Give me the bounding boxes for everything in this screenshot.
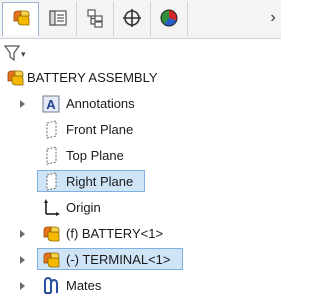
- tree-filter-button[interactable]: ▾: [3, 42, 34, 66]
- property-manager-icon: [47, 7, 69, 32]
- tree-item-annotations[interactable]: A Annotations: [0, 92, 281, 116]
- tree-item-label: (f) BATTERY<1>: [66, 226, 164, 241]
- origin-icon: [40, 197, 62, 219]
- filter-icon: [3, 44, 21, 65]
- plane-icon: [40, 171, 62, 193]
- filter-caret-icon: ▾: [21, 48, 26, 59]
- annotations-icon: A: [40, 93, 62, 115]
- display-manager-icon: [158, 7, 180, 32]
- tree-item-battery[interactable]: (f) BATTERY<1>: [0, 222, 281, 246]
- more-tabs-chevron-icon[interactable]: ›: [266, 8, 280, 28]
- mates-icon: [40, 275, 62, 297]
- tree-item-label: Annotations: [66, 96, 135, 111]
- tree-item-label: Front Plane: [66, 122, 134, 137]
- expand-arrow-icon[interactable]: [20, 282, 25, 290]
- tree-item-top-plane[interactable]: Top Plane: [0, 144, 281, 168]
- tree-item-label: Right Plane: [66, 174, 134, 189]
- tab-configuration-manager[interactable]: [77, 2, 114, 36]
- tree-root-label: BATTERY ASSEMBLY: [27, 70, 158, 85]
- tab-property-manager[interactable]: [40, 2, 77, 36]
- tree-item-origin[interactable]: Origin: [0, 196, 281, 220]
- expand-arrow-icon[interactable]: [20, 256, 25, 264]
- tree-item-right-plane[interactable]: Right Plane: [0, 170, 281, 194]
- part-icon: [40, 223, 62, 245]
- tree-item-front-plane[interactable]: Front Plane: [0, 118, 281, 142]
- tab-display-manager[interactable]: [151, 2, 188, 36]
- plane-icon: [40, 145, 62, 167]
- tree-item-terminal[interactable]: (-) TERMINAL<1>: [0, 248, 281, 272]
- tree-root-item[interactable]: BATTERY ASSEMBLY: [0, 66, 281, 90]
- configuration-manager-icon: [84, 7, 106, 32]
- feature-manager-icon: [10, 7, 32, 32]
- assembly-icon: [4, 67, 26, 89]
- expand-arrow-icon[interactable]: [20, 230, 25, 238]
- tree-item-label: Origin: [66, 200, 101, 215]
- tree-item-label: Top Plane: [66, 148, 124, 163]
- expand-arrow-icon[interactable]: [20, 100, 25, 108]
- dimxpert-manager-icon: [121, 7, 143, 32]
- manager-tabs-toolbar: ›: [0, 0, 281, 39]
- tree-item-mates[interactable]: Mates: [0, 274, 281, 298]
- tab-dimxpert-manager[interactable]: [114, 2, 151, 36]
- tab-feature-manager[interactable]: [2, 2, 39, 36]
- plane-icon: [40, 119, 62, 141]
- tree-item-label: (-) TERMINAL<1>: [66, 252, 171, 267]
- tree-item-label: Mates: [66, 278, 102, 293]
- part-icon: [40, 249, 62, 271]
- svg-text:A: A: [46, 97, 56, 112]
